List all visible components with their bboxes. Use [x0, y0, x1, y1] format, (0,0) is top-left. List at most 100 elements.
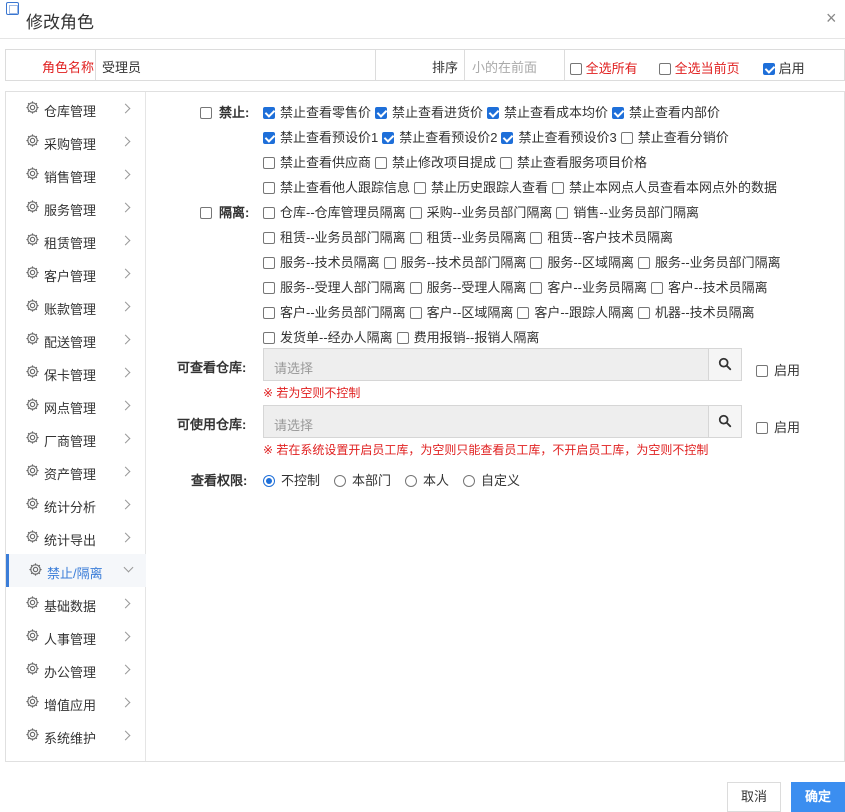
checkbox-box[interactable]	[375, 157, 388, 169]
option-checkbox[interactable]: 禁止查看他人跟踪信息	[263, 177, 410, 196]
checkbox-box[interactable]	[570, 63, 582, 75]
checkbox-box[interactable]	[517, 307, 530, 319]
option-checkbox[interactable]: 服务--受理人隔离	[409, 277, 526, 296]
cancel-button[interactable]: 取消	[727, 782, 781, 812]
sidebar-item[interactable]: 账款管理	[6, 290, 146, 323]
sidebar-item[interactable]: 租赁管理	[6, 224, 146, 257]
view-warehouse-enable-checkbox[interactable]: 启用	[756, 360, 800, 379]
option-checkbox[interactable]: 禁止查看预设价1	[263, 127, 378, 146]
sidebar-item[interactable]: 系统维护	[6, 719, 146, 752]
option-checkbox[interactable]: 禁止查看内部价	[612, 102, 720, 121]
select-all-checkbox[interactable]: 全选所有	[570, 58, 638, 77]
checkbox-box[interactable]	[620, 132, 633, 144]
sidebar-item[interactable]: 厂商管理	[6, 422, 146, 455]
checkbox-box[interactable]	[396, 332, 409, 344]
option-checkbox[interactable]: 客户--跟踪人隔离	[517, 302, 634, 321]
close-icon[interactable]: ×	[826, 9, 837, 27]
sidebar-item[interactable]: 资产管理	[6, 455, 146, 488]
radio-circle[interactable]	[405, 475, 418, 487]
checkbox-box[interactable]	[638, 307, 651, 319]
option-checkbox[interactable]: 采购--业务员部门隔离	[409, 202, 552, 221]
option-checkbox[interactable]: 禁止查看零售价	[263, 102, 371, 121]
checkbox-box[interactable]	[414, 182, 427, 194]
option-checkbox[interactable]: 禁止查看预设价2	[382, 127, 497, 146]
option-checkbox[interactable]: 禁止查看分销价	[620, 127, 729, 146]
option-checkbox[interactable]: 费用报销--报销人隔离	[396, 327, 539, 346]
option-checkbox[interactable]: 发货单--经办人隔离	[263, 327, 393, 346]
enable-checkbox[interactable]: 启用	[763, 58, 805, 77]
checkbox-box[interactable]	[500, 157, 513, 169]
checkbox-box[interactable]	[375, 107, 388, 119]
sidebar-item[interactable]: 统计导出	[6, 521, 146, 554]
view-permission-radio[interactable]: 本部门	[334, 470, 391, 489]
checkbox-box[interactable]	[530, 257, 543, 269]
option-checkbox[interactable]: 客户--业务员隔离	[530, 277, 647, 296]
option-checkbox[interactable]: 客户--区域隔离	[409, 302, 513, 321]
checkbox-box[interactable]	[263, 307, 275, 319]
sidebar-item[interactable]: 网点管理	[6, 389, 146, 422]
sidebar-item[interactable]: 增值应用	[6, 686, 146, 719]
option-checkbox[interactable]: 禁止修改项目提成	[375, 152, 496, 171]
checkbox-box[interactable]	[530, 282, 543, 294]
checkbox-box[interactable]	[263, 257, 275, 269]
option-checkbox[interactable]: 禁止查看预设价3	[501, 127, 617, 146]
checkbox-box[interactable]	[263, 157, 275, 169]
radio-circle[interactable]	[463, 475, 476, 487]
checkbox-box[interactable]	[200, 207, 212, 219]
checkbox-box[interactable]	[487, 107, 500, 119]
order-input[interactable]: 小的在前面	[472, 57, 537, 76]
sidebar-item[interactable]: 采购管理	[6, 125, 146, 158]
checkbox-box[interactable]	[638, 257, 651, 269]
view-permission-radio[interactable]: 不控制	[263, 470, 320, 489]
checkbox-box[interactable]	[501, 132, 514, 144]
search-button[interactable]	[708, 349, 741, 380]
sidebar-item[interactable]: 客户管理	[6, 257, 146, 290]
option-checkbox[interactable]: 客户--业务员部门隔离	[263, 302, 406, 321]
checkbox-box[interactable]	[383, 257, 396, 269]
checkbox-box[interactable]	[556, 207, 569, 219]
checkbox-box[interactable]	[756, 422, 768, 434]
radio-circle[interactable]	[334, 475, 347, 487]
sidebar-item[interactable]: 办公管理	[6, 653, 146, 686]
role-name-input[interactable]: 受理员	[102, 57, 141, 76]
sidebar-item[interactable]: 统计分析	[6, 488, 146, 521]
option-checkbox[interactable]: 禁止查看供应商	[263, 152, 371, 171]
sidebar-item[interactable]: 保卡管理	[6, 356, 146, 389]
option-checkbox[interactable]: 禁止历史跟踪人查看	[414, 177, 548, 196]
use-warehouse-select[interactable]: 请选择	[263, 405, 742, 438]
view-permission-radio[interactable]: 自定义	[463, 470, 520, 489]
checkbox-box[interactable]	[263, 132, 275, 144]
checkbox-box[interactable]	[659, 63, 671, 75]
sidebar-item[interactable]: 仓库管理	[6, 92, 146, 125]
option-checkbox[interactable]: 服务--受理人部门隔离	[263, 277, 406, 296]
checkbox-box[interactable]	[263, 207, 275, 219]
option-checkbox[interactable]: 服务--技术员部门隔离	[383, 252, 526, 271]
checkbox-box[interactable]	[409, 207, 422, 219]
isolate-section-checkbox[interactable]: 隔离:	[200, 202, 249, 221]
sidebar-item[interactable]: 人事管理	[6, 620, 146, 653]
option-checkbox[interactable]: 禁止查看进货价	[375, 102, 483, 121]
sidebar-item[interactable]: 基础数据	[6, 587, 146, 620]
sidebar-item[interactable]: 配送管理	[6, 323, 146, 356]
checkbox-box[interactable]	[651, 282, 664, 294]
option-checkbox[interactable]: 服务--区域隔离	[530, 252, 634, 271]
sidebar-item[interactable]: 禁止/隔离	[6, 554, 146, 587]
checkbox-box[interactable]	[409, 307, 422, 319]
checkbox-box[interactable]	[612, 107, 625, 119]
option-checkbox[interactable]: 租赁--业务员隔离	[409, 227, 526, 246]
checkbox-box[interactable]	[263, 282, 275, 294]
option-checkbox[interactable]: 服务--技术员隔离	[263, 252, 380, 271]
option-checkbox[interactable]: 禁止查看服务项目价格	[500, 152, 647, 171]
checkbox-box[interactable]	[409, 282, 422, 294]
checkbox-box[interactable]	[263, 182, 275, 194]
option-checkbox[interactable]: 服务--业务员部门隔离	[638, 252, 781, 271]
select-page-checkbox[interactable]: 全选当前页	[659, 58, 740, 77]
ok-button[interactable]: 确定	[791, 782, 845, 812]
sidebar-item[interactable]: 销售管理	[6, 158, 146, 191]
use-warehouse-enable-checkbox[interactable]: 启用	[756, 417, 800, 436]
checkbox-box[interactable]	[382, 132, 395, 144]
checkbox-box[interactable]	[552, 182, 565, 194]
option-checkbox[interactable]: 仓库--仓库管理员隔离	[263, 202, 406, 221]
checkbox-box[interactable]	[530, 232, 543, 244]
option-checkbox[interactable]: 客户--技术员隔离	[651, 277, 768, 296]
